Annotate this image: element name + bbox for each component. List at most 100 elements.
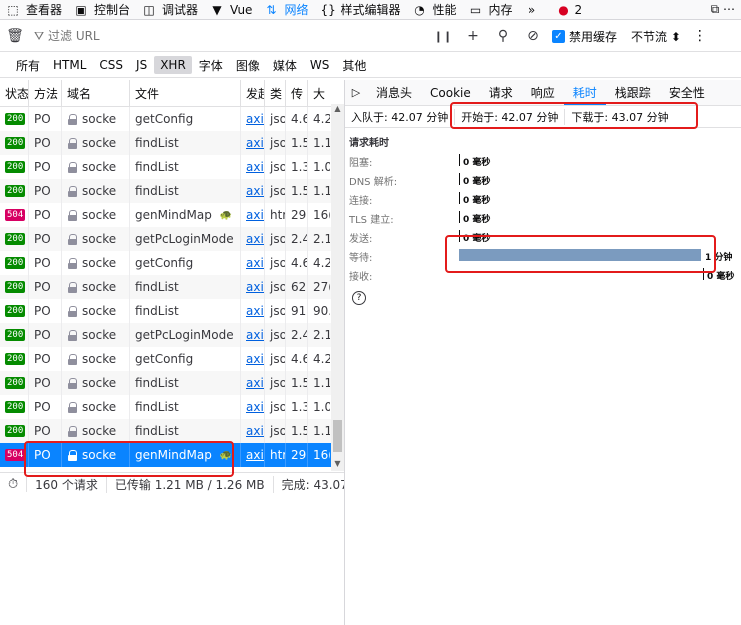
search-icon[interactable]: ⚲ <box>488 21 518 51</box>
table-row[interactable]: 200PO socke getConfig axiojso4.6 4.2 <box>0 347 344 371</box>
devtools-tab-inspector[interactable]: ⬚ 查看器 <box>0 0 68 19</box>
toggle-sidebar-icon[interactable]: ▷ <box>345 86 367 99</box>
pause-icon[interactable]: ❙❙ <box>428 21 458 51</box>
column-header[interactable]: 域名 <box>62 80 130 106</box>
scroll-up-icon[interactable]: ▲ <box>331 104 344 113</box>
initiator-link[interactable]: axio <box>246 136 264 150</box>
trash-icon[interactable]: 🗑 <box>0 21 30 51</box>
throttle-select[interactable]: 不节流 ⬍ <box>631 28 681 45</box>
table-row[interactable]: 200PO socke findList axiojso1.3 1.0 <box>0 395 344 419</box>
help-icon[interactable]: ? <box>352 291 366 305</box>
column-header[interactable]: 大 <box>308 80 330 106</box>
table-scrollbar[interactable] <box>331 104 344 471</box>
initiator-link[interactable]: axio <box>246 376 264 390</box>
table-row[interactable]: 200PO socke findList axiojso1.3 1.0 <box>0 155 344 179</box>
scrollbar-thumb[interactable] <box>333 420 342 452</box>
devtools-tab-style-editor[interactable]: {} 样式编辑器 <box>314 0 406 19</box>
initiator-cell[interactable]: axio <box>241 371 265 395</box>
table-row[interactable]: 200PO socke findList axiojso1.5 1.1 <box>0 419 344 443</box>
initiator-link[interactable]: axio <box>246 184 264 198</box>
table-row[interactable]: 200PO socke findList axiojso622 27( <box>0 275 344 299</box>
timer-icon[interactable]: ⏱ <box>0 477 28 492</box>
type-filter-5[interactable]: 字体 <box>193 55 229 76</box>
lock-icon <box>67 185 77 197</box>
initiator-link[interactable]: axio <box>246 280 264 294</box>
initiator-cell[interactable]: axio <box>241 443 265 467</box>
initiator-link[interactable]: axio <box>246 448 264 462</box>
type-filter-4[interactable]: XHR <box>154 56 192 74</box>
column-header[interactable]: 方法 <box>29 80 62 106</box>
detail-tab-0[interactable]: 消息头 <box>367 80 421 105</box>
panel-splitter[interactable] <box>344 80 345 625</box>
column-header[interactable]: 文件 <box>130 80 241 106</box>
table-row[interactable]: 200PO socke findList axiojso1.5 1.1 <box>0 179 344 203</box>
type-filter-bar: 所有 HTML CSS JS XHR 字体 图像 媒体 WS 其他 <box>0 53 741 78</box>
table-row[interactable]: 504PO socke genMindMap 🐢 axiohtr29. 16( <box>0 203 344 227</box>
table-row[interactable]: 200PO socke getPcLoginMode axiojso2.4 2.1 <box>0 323 344 347</box>
initiator-link[interactable]: axio <box>246 328 264 342</box>
dock-options-icon[interactable]: ⧉ ⋯ <box>705 0 741 19</box>
devtools-tab-error-count[interactable]: ● 2 <box>551 0 589 19</box>
initiator-link[interactable]: axio <box>246 208 264 222</box>
initiator-cell[interactable]: axio <box>241 251 265 275</box>
domain-text: socke <box>82 112 117 126</box>
initiator-link[interactable]: axio <box>246 400 264 414</box>
domain-text: socke <box>82 328 117 342</box>
table-row[interactable]: 200PO socke getConfig axiojso4.6 4.2 <box>0 107 344 131</box>
add-icon[interactable]: + <box>458 21 488 51</box>
initiator-cell[interactable]: axio <box>241 275 265 299</box>
initiator-cell[interactable]: axio <box>241 419 265 443</box>
initiator-link[interactable]: axio <box>246 160 264 174</box>
domain-text: socke <box>82 304 117 318</box>
timing-section-title: 请求耗时 <box>349 138 389 149</box>
type-filter-1[interactable]: HTML <box>47 56 92 74</box>
block-icon[interactable]: ⊘ <box>518 21 548 51</box>
table-row[interactable]: 200PO socke findList axiojso91. 90. <box>0 299 344 323</box>
table-row[interactable]: 200PO socke getPcLoginMode axiojso2.4 2.1 <box>0 227 344 251</box>
type-filter-6[interactable]: 图像 <box>230 55 266 76</box>
initiator-cell[interactable]: axio <box>241 179 265 203</box>
scroll-down-icon[interactable]: ▼ <box>331 459 344 468</box>
table-row[interactable]: 200PO socke findList axiojso1.5 1.1 <box>0 131 344 155</box>
status-badge: 200 <box>5 233 26 245</box>
initiator-link[interactable]: axio <box>246 232 264 246</box>
type-filter-2[interactable]: CSS <box>93 56 129 74</box>
initiator-cell[interactable]: axio <box>241 347 265 371</box>
type-filter-0[interactable]: 所有 <box>10 55 46 76</box>
initiator-cell[interactable]: axio <box>241 203 265 227</box>
column-header[interactable]: 传 <box>286 80 308 106</box>
devtools-tab-network[interactable]: ⇅ 网络 <box>258 0 314 19</box>
column-header[interactable]: 发起 <box>241 80 265 106</box>
column-header[interactable]: 状态 <box>0 80 29 106</box>
table-row[interactable]: 200PO socke getConfig axiojso4.6 4.2 <box>0 251 344 275</box>
type-filter-7[interactable]: 媒体 <box>267 55 303 76</box>
devtools-tab-console[interactable]: ▣ 控制台 <box>68 0 136 19</box>
initiator-cell[interactable]: axio <box>241 299 265 323</box>
disable-cache-checkbox[interactable]: ✓ 禁用缓存 <box>552 28 617 45</box>
size-cell: 2.1 <box>313 232 330 246</box>
initiator-cell[interactable]: axio <box>241 323 265 347</box>
column-header[interactable]: 类 <box>265 80 286 106</box>
type-filter-8[interactable]: WS <box>304 56 335 74</box>
initiator-link[interactable]: axio <box>246 424 264 438</box>
table-row[interactable]: 200PO socke findList axiojso1.5 1.1 <box>0 371 344 395</box>
error-count-icon: ● <box>558 2 569 17</box>
initiator-cell[interactable]: axio <box>241 395 265 419</box>
devtools-tab-vue[interactable]: ▼ Vue <box>204 0 258 19</box>
initiator-link[interactable]: axio <box>246 304 264 318</box>
type-filter-3[interactable]: JS <box>130 56 153 74</box>
initiator-cell[interactable]: axio <box>241 227 265 251</box>
initiator-cell[interactable]: axio <box>241 107 265 131</box>
initiator-link[interactable]: axio <box>246 352 264 366</box>
initiator-link[interactable]: axio <box>246 256 264 270</box>
type-filter-9[interactable]: 其他 <box>336 55 372 76</box>
devtools-tab-debugger[interactable]: ◫ 调试器 <box>136 0 204 19</box>
initiator-cell[interactable]: axio <box>241 155 265 179</box>
initiator-cell[interactable]: axio <box>241 131 265 155</box>
filter-url-input[interactable] <box>48 24 428 48</box>
devtools-tab-performance[interactable]: ◔ 性能 <box>406 0 462 19</box>
devtools-tab-more-tools[interactable]: » <box>519 0 551 19</box>
more-options-icon[interactable]: ⋮ <box>693 28 707 44</box>
initiator-link[interactable]: axio <box>246 112 264 126</box>
devtools-tab-memory[interactable]: ▭ 内存 <box>462 0 518 19</box>
